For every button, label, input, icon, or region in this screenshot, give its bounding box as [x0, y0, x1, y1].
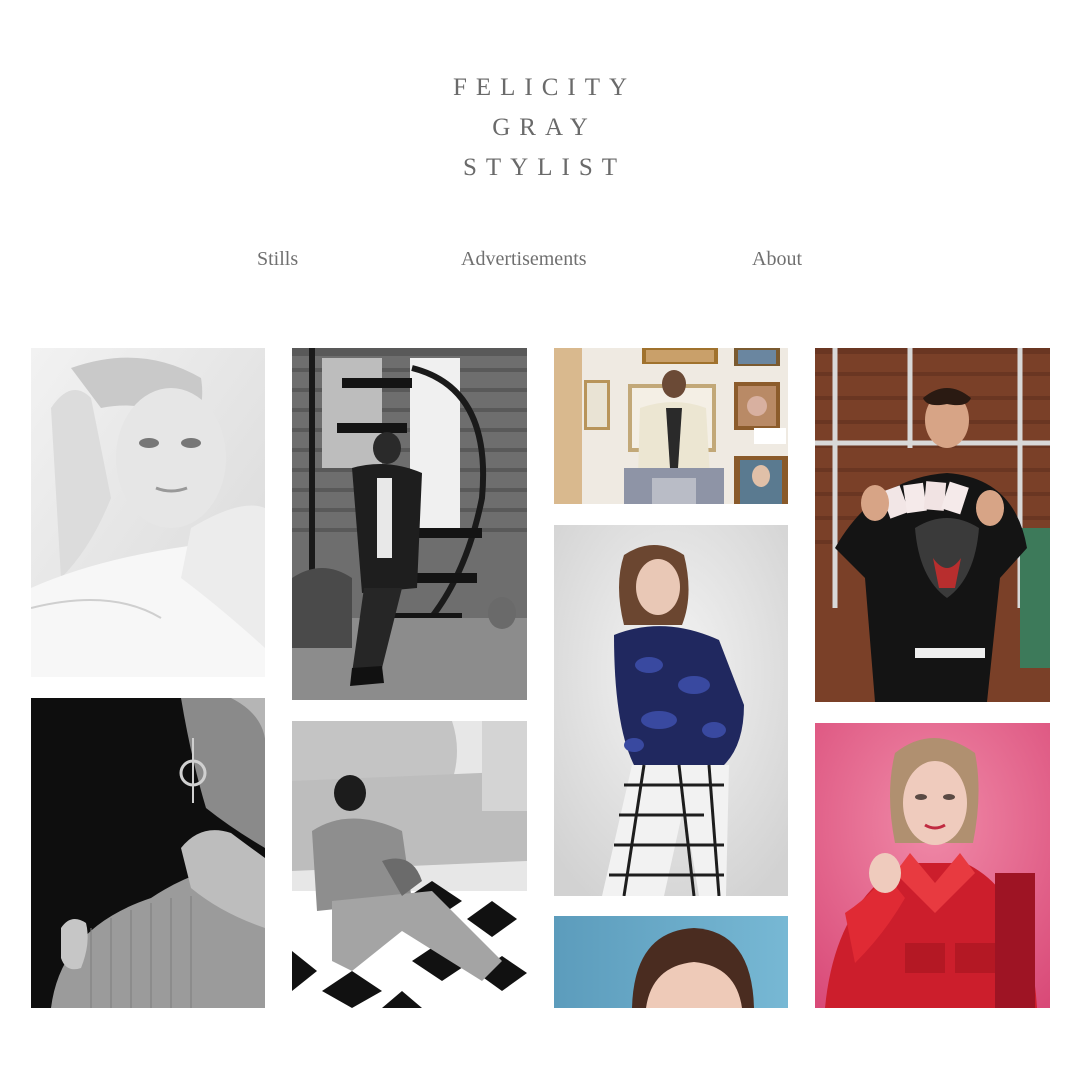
gallery-photo-teal-backdrop[interactable]	[554, 916, 788, 1008]
title-line-name-last: GRAY	[492, 114, 597, 141]
gallery-photo-ruffled-collar[interactable]	[31, 698, 265, 1008]
seated-man-photo-image	[292, 721, 527, 1008]
gallery-photo-red-jacket[interactable]	[815, 723, 1050, 1008]
portrait-photo-image	[31, 348, 265, 677]
nav-link-stills[interactable]: Stills	[257, 246, 298, 272]
gallery-photo-blue-bomber[interactable]	[554, 525, 788, 896]
gallery-photo-blonde-portrait[interactable]	[31, 348, 265, 677]
nav-link-about[interactable]: About	[752, 246, 802, 272]
gallery-photo-man-cream-jacket[interactable]	[554, 348, 788, 504]
card-trick-photo-image	[815, 348, 1050, 702]
nav-link-advertisements[interactable]: Advertisements	[461, 246, 587, 272]
cream-jacket-photo-image	[554, 348, 788, 504]
blue-bomber-photo-image	[554, 525, 788, 896]
teal-backdrop-photo-image	[554, 916, 788, 1008]
gallery-photo-spiral-staircase[interactable]	[292, 348, 527, 700]
red-jacket-photo-image	[815, 723, 1050, 1008]
site-title[interactable]: FELICITY GRAY STYLIST	[0, 68, 1080, 188]
title-line-name-first: FELICITY	[452, 74, 637, 101]
title-line-role: STYLIST	[463, 154, 626, 181]
collar-photo-image	[31, 698, 265, 1008]
gallery-photo-seated-man-rug[interactable]	[292, 721, 527, 1008]
staircase-photo-image	[292, 348, 527, 700]
gallery-photo-card-trick[interactable]	[815, 348, 1050, 702]
